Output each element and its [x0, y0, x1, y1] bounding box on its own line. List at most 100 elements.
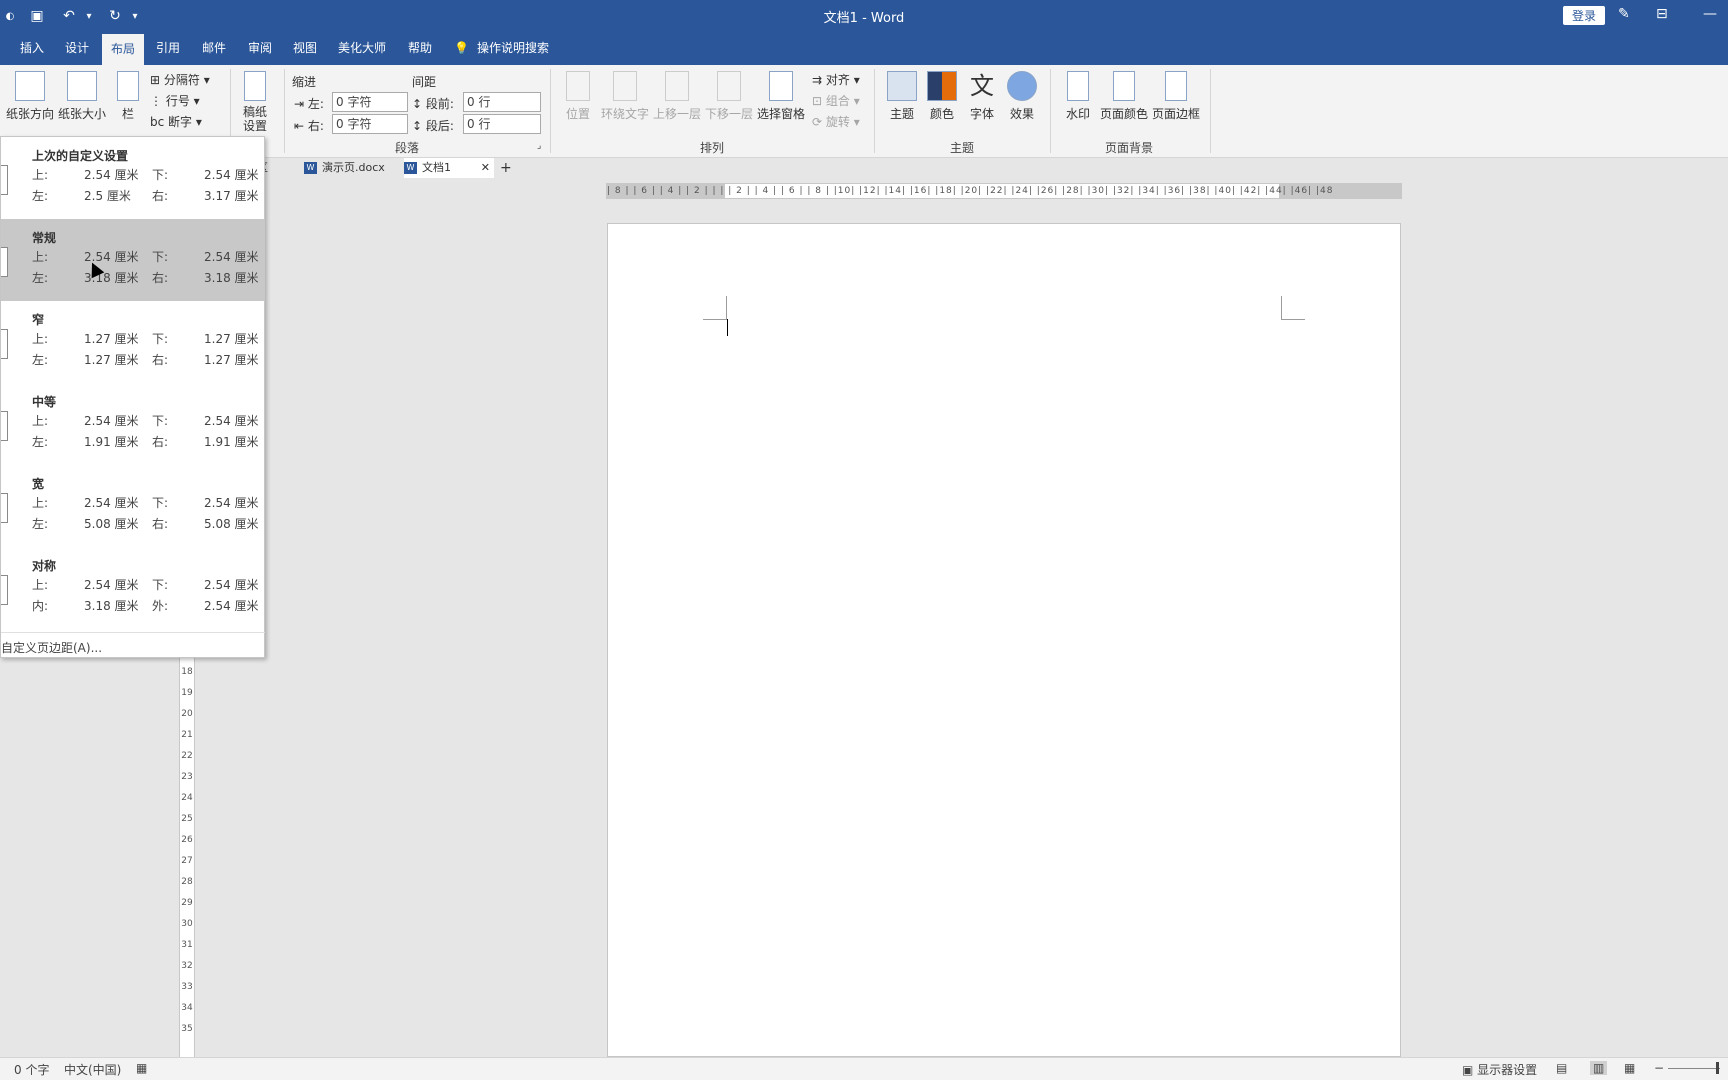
margin-label: 左: — [32, 353, 49, 367]
margin-option-wide[interactable]: 宽 上: 2.54 厘米 下: 2.54 厘米 左: 5.08 厘米 右: 5.… — [1, 465, 265, 547]
page-color-button[interactable]: 页面颜色 — [1098, 71, 1150, 122]
separator — [284, 69, 285, 153]
web-layout-icon[interactable]: ▦ — [1624, 1061, 1635, 1075]
page-borders-button[interactable]: 页面边框 — [1150, 71, 1202, 122]
vruler-number: 30 — [181, 919, 193, 929]
doc-tab-current[interactable]: W 文档1 ✕ — [404, 158, 494, 178]
margin-option-mirrored[interactable]: 对称 上: 2.54 厘米 下: 2.54 厘米 内: 3.18 厘米 外: 2… — [1, 547, 265, 629]
colors-button[interactable]: 颜色 — [922, 71, 962, 122]
indent-right-spinner[interactable]: 0 字符 — [332, 114, 408, 134]
vertical-ruler[interactable]: 17 18 19 20 21 22 23 24 25 26 27 28 29 3… — [179, 640, 195, 1060]
margin-value: 2.54 厘米 — [204, 599, 259, 613]
margin-value: 2.54 厘米 — [204, 578, 259, 592]
display-settings-label: 显示器设置 — [1477, 1063, 1538, 1077]
monitor-icon: ▣ — [1462, 1063, 1474, 1077]
macro-icon[interactable]: ▦ — [136, 1061, 147, 1075]
margin-option-last-custom[interactable]: 上次的自定义设置 上: 2.54 厘米 下: 2.54 厘米 左: 2.5 厘米… — [1, 137, 265, 219]
ribbon-display-icon[interactable]: ⊟ — [1656, 6, 1668, 22]
pen-icon[interactable]: ✎ — [1618, 6, 1630, 22]
zoom-slider[interactable] — [1668, 1068, 1720, 1069]
columns-button[interactable]: 栏 — [114, 71, 142, 122]
margin-option-normal[interactable]: 常规 上: 2.54 厘米 下: 2.54 厘米 左: 3.18 厘米 右: 3… — [1, 219, 265, 301]
orientation-button[interactable]: 纸张方向 — [6, 71, 54, 122]
tab-beautify[interactable]: 美化大师 — [330, 32, 394, 65]
login-button[interactable]: 登录 — [1563, 6, 1605, 25]
vruler-number: 24 — [181, 793, 193, 803]
line-numbers-icon: ⋮ — [150, 94, 162, 108]
language-indicator[interactable]: 中文(中国) — [64, 1061, 121, 1078]
horizontal-ruler[interactable]: | 8 | | 6 | | 4 | | 2 | | | | 2 | | 4 | … — [606, 183, 1402, 199]
margin-option-narrow[interactable]: 窄 上: 1.27 厘米 下: 1.27 厘米 左: 1.27 厘米 右: 1.… — [1, 301, 265, 383]
indent-left-spinner[interactable]: 0 字符 — [332, 92, 408, 112]
tab-view[interactable]: 视图 — [285, 32, 325, 65]
tab-design[interactable]: 设计 — [57, 32, 97, 65]
tab-references[interactable]: 引用 — [148, 32, 188, 65]
display-settings[interactable]: ▣ 显示器设置 — [1462, 1061, 1537, 1078]
margin-label: 右: — [152, 353, 169, 367]
ribbon-tabs: 插入 设计 布局 引用 邮件 审阅 视图 美化大师 帮助 💡 操作说明搜索 — [0, 32, 1728, 65]
tab-mailings[interactable]: 邮件 — [194, 32, 234, 65]
margins-dropdown: 上次的自定义设置 上: 2.54 厘米 下: 2.54 厘米 左: 2.5 厘米… — [0, 136, 265, 658]
group-button[interactable]: ⊡ 组合 ▾ — [812, 92, 860, 109]
bring-forward-button[interactable]: 上移一层 — [652, 71, 702, 122]
margin-corner-top-left — [703, 296, 727, 320]
zoom-out-icon[interactable]: − — [1654, 1061, 1664, 1075]
margin-preview-icon — [1, 493, 8, 523]
position-button[interactable]: 位置 — [558, 71, 598, 122]
rotate-button[interactable]: ⟳ 旋转 ▾ — [812, 113, 860, 130]
margin-option-title: 上次的自定义设置 — [32, 149, 129, 163]
themes-button[interactable]: 主题 — [882, 71, 922, 122]
fonts-button[interactable]: 文 字体 — [962, 71, 1002, 122]
margin-value: 2.54 厘米 — [204, 168, 259, 182]
watermark-button[interactable]: 水印 — [1058, 71, 1098, 122]
minimize-icon[interactable]: — — [1703, 6, 1717, 22]
print-layout-icon[interactable]: ▥ — [1590, 1061, 1608, 1075]
window-title: 文档1 - Word — [823, 11, 905, 26]
tab-review[interactable]: 审阅 — [240, 32, 280, 65]
margin-label: 左: — [32, 271, 49, 285]
margin-label: 外: — [152, 599, 169, 613]
effects-button[interactable]: 效果 — [1002, 71, 1042, 122]
wrap-text-button[interactable]: 环绕文字 — [600, 71, 650, 122]
margin-value: 2.5 厘米 — [84, 189, 131, 203]
title-bar: ◐ ▣ ↶ ▾ ↻ ▾ 文档1 - Word 登录 ✎ ⊟ — — [0, 0, 1728, 32]
new-tab-button[interactable]: + — [496, 158, 512, 178]
margin-option-moderate[interactable]: 中等 上: 2.54 厘米 下: 2.54 厘米 左: 1.91 厘米 右: 1… — [1, 383, 265, 465]
custom-margins-menu-item[interactable]: 自定义页边距(A)... — [1, 639, 102, 656]
spacing-before-spinner[interactable]: 0 行 — [463, 92, 541, 112]
align-button[interactable]: ⇉ 对齐 ▾ — [812, 71, 860, 88]
align-label: 对齐 — [825, 73, 850, 87]
size-button[interactable]: 纸张大小 — [58, 71, 106, 122]
word-count[interactable]: 0 个字 — [14, 1061, 49, 1078]
margin-preview-icon — [1, 329, 8, 359]
margin-option-title: 宽 — [32, 477, 45, 491]
doc-tab-demo[interactable]: W 演示页.docx — [304, 158, 396, 178]
status-bar: 0 个字 中文(中国) ▦ ▣ 显示器设置 ▤ ▥ ▦ − — [0, 1057, 1728, 1080]
margin-value: 3.17 厘米 — [204, 189, 259, 203]
margin-label: 右: — [152, 189, 169, 203]
read-mode-icon[interactable]: ▤ — [1556, 1061, 1567, 1075]
spacing-after-spinner[interactable]: 0 行 — [463, 114, 541, 134]
paragraph-dialog-launcher-icon[interactable]: ⌟ — [537, 141, 541, 151]
line-numbers-button[interactable]: ⋮ 行号 ▾ — [150, 92, 200, 109]
vruler-number: 18 — [181, 667, 193, 677]
margin-preview-icon — [1, 165, 8, 195]
send-backward-button[interactable]: 下移一层 — [704, 71, 754, 122]
hyphenation-button[interactable]: bc 断字 ▾ — [150, 113, 202, 130]
tab-help[interactable]: 帮助 — [400, 32, 440, 65]
zoom-slider-thumb[interactable] — [1716, 1062, 1719, 1074]
margin-value: 1.91 厘米 — [204, 435, 259, 449]
manuscript-button[interactable]: 稿纸 设置 — [238, 71, 272, 133]
tab-insert[interactable]: 插入 — [12, 32, 52, 65]
tell-me-search[interactable]: 💡 操作说明搜索 — [454, 32, 549, 65]
separator — [874, 69, 875, 153]
document-page[interactable] — [607, 223, 1401, 1057]
colors-label: 颜色 — [929, 107, 954, 121]
close-tab-icon[interactable]: ✕ — [481, 158, 490, 178]
selection-pane-button[interactable]: 选择窗格 — [756, 71, 806, 122]
breaks-button[interactable]: ⊞ 分隔符 ▾ — [150, 71, 210, 88]
rotate-label: 旋转 — [825, 115, 850, 129]
tab-layout[interactable]: 布局 — [102, 34, 144, 65]
fonts-label: 字体 — [969, 107, 994, 121]
wrap-text-icon — [613, 71, 637, 101]
